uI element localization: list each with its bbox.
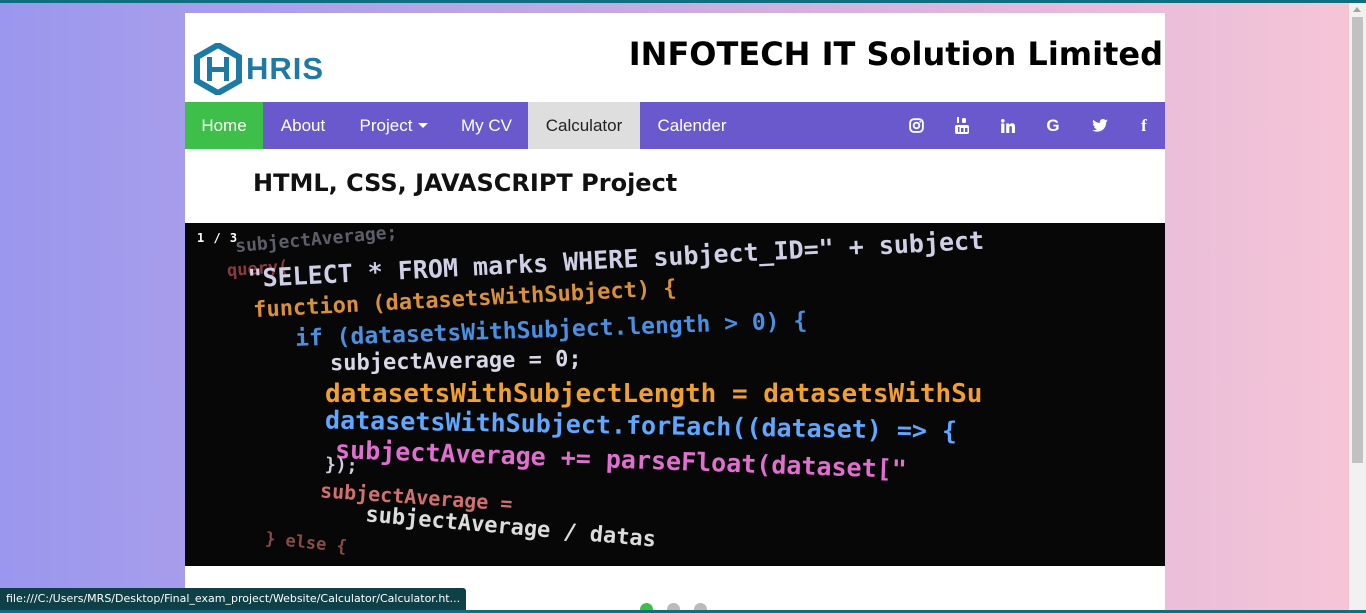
instagram-link[interactable] (901, 102, 931, 149)
window-top-border (0, 0, 1366, 3)
google-link[interactable]: G (1038, 102, 1068, 149)
youtube-link[interactable] (947, 102, 977, 149)
nav-calender[interactable]: Calender (640, 102, 744, 149)
site-header: HRIS INFOTECH IT Solution Limited (185, 13, 1165, 102)
page-container: HRIS INFOTECH IT Solution Limited Home A… (185, 13, 1165, 613)
code-line: } else { (264, 528, 348, 558)
youtube-icon (955, 117, 969, 134)
site-title: INFOTECH IT Solution Limited (628, 35, 1163, 73)
code-line: subjectAverage; (234, 223, 399, 258)
nav-home[interactable]: Home (185, 102, 263, 149)
main-navigation: Home About Project My CV Calculator Cale… (185, 102, 1165, 149)
vertical-scrollbar[interactable] (1349, 3, 1366, 613)
section-title: HTML, CSS, JAVASCRIPT Project (253, 169, 678, 197)
facebook-icon: f (1141, 115, 1147, 135)
scrollbar-thumb[interactable] (1352, 17, 1363, 463)
nav-about[interactable]: About (263, 102, 343, 149)
nav-my-cv[interactable]: My CV (445, 102, 528, 149)
linkedin-icon (1001, 118, 1015, 133)
slideshow-image[interactable]: subjectAverage; query( "SELECT * FROM ma… (185, 223, 1165, 566)
twitter-link[interactable] (1085, 102, 1115, 149)
browser-status-bar: file:///C:/Users/MRS/Desktop/Final_exam_… (0, 588, 467, 610)
code-line: }); (324, 454, 359, 477)
nav-calculator[interactable]: Calculator (528, 102, 640, 149)
google-icon: G (1046, 115, 1060, 135)
code-line: datasetsWithSubjectLength = datasetsWith… (325, 379, 983, 409)
site-logo[interactable]: HRIS (194, 43, 324, 95)
facebook-link[interactable]: f (1129, 102, 1159, 149)
chevron-down-icon (418, 123, 429, 128)
instagram-icon (908, 118, 924, 133)
nav-project[interactable]: Project (343, 102, 445, 149)
hris-logo-icon (194, 43, 242, 95)
code-line: subjectAverage = 0; (329, 346, 582, 377)
logo-text: HRIS (246, 51, 325, 86)
nav-project-label: Project (359, 116, 413, 135)
scroll-up-arrow-icon[interactable] (1353, 7, 1361, 12)
twitter-icon (1092, 119, 1108, 132)
linkedin-link[interactable] (993, 102, 1023, 149)
slide-counter: 1 / 3 (197, 231, 239, 245)
